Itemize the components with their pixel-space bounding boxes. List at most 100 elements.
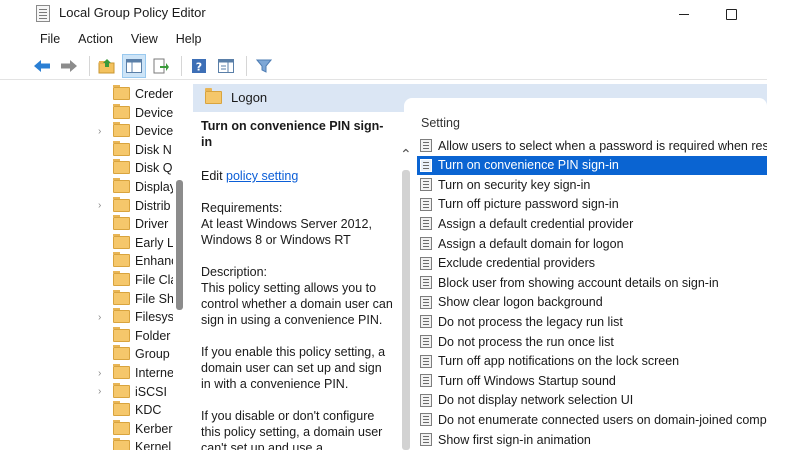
menu-view[interactable]: View [125,30,164,52]
back-arrow-icon [34,59,50,72]
tree-item[interactable]: Driver [30,215,175,233]
setting-row[interactable]: Show clear logon background [417,293,767,312]
tree-item-label: Group [135,347,170,362]
tree-item[interactable]: › Interne [30,364,175,382]
folder-title: Logon [231,90,268,105]
setting-label: Assign a default credential provider [438,216,634,231]
description-pane: Turn on convenience PIN sign-in Edit pol… [193,112,398,450]
minimize-button[interactable] [662,2,706,26]
setting-row[interactable]: Turn on convenience PIN sign-in [417,155,767,175]
setting-label: Allow users to select when a password is… [438,138,767,153]
toolbar-separator [89,55,90,76]
tree-scrollbar-thumb[interactable] [176,180,183,310]
expand-chevron-icon[interactable]: › [98,386,101,397]
maximize-button[interactable] [709,2,753,26]
tree-item[interactable]: Device [30,103,175,122]
setting-row[interactable]: Assign a default domain for logon [417,234,767,253]
setting-label: Do not enumerate connected users on doma… [438,412,767,427]
tree-item[interactable]: Creden [30,85,175,103]
tree-item[interactable]: Display [30,178,175,196]
svg-text:?: ? [196,60,202,73]
help-icon: ? [192,58,206,73]
policy-setting-icon [420,413,432,427]
folder-icon [113,289,130,305]
tree-item[interactable]: Enhanc [30,252,175,270]
tree-item[interactable]: File Sh [30,289,175,308]
tree-item[interactable]: KDC [30,401,175,419]
tree-item[interactable]: Disk Q [30,159,175,177]
tree-item[interactable]: › Device [30,122,175,140]
setting-row[interactable]: Assign a default credential provider [417,214,767,233]
tree-item[interactable]: Group [30,345,175,363]
setting-row[interactable]: Turn on security key sign-in [417,175,767,194]
folder-icon [113,345,130,361]
menu-file[interactable]: File [34,30,66,52]
setting-label: Turn off picture password sign-in [438,197,619,212]
tree-item[interactable]: File Cla [30,271,175,289]
setting-row[interactable]: Turn off picture password sign-in [417,195,767,214]
policy-setting-icon [420,393,432,407]
policy-setting-icon [420,354,432,368]
setting-row[interactable]: Turn off Windows Startup sound [417,371,767,390]
tree-item-label: Interne [135,366,174,380]
menu-bar: File Action View Help [0,30,800,52]
setting-label: Assign a default domain for logon [438,236,624,251]
extended-view-icon [218,58,234,73]
folder-icon [113,308,130,324]
console-tree: Creden Device › Device Disk N Disk Q Display › D… [30,83,188,450]
setting-row[interactable]: Block user from showing account details … [417,273,767,292]
show-hide-console-tree-button[interactable] [122,53,146,78]
folder-icon [113,85,130,100]
description-scrollbar-thumb[interactable] [402,170,410,450]
tree-item[interactable]: Folder [30,326,175,345]
setting-column-header[interactable]: Setting [421,116,460,130]
setting-row[interactable]: Allow users to select when a password is… [417,136,767,155]
scroll-up-icon[interactable]: ⌃ [400,146,412,163]
forward-button[interactable] [57,54,81,78]
tree-item-label: Creden [135,87,175,101]
setting-row[interactable]: Do not process the run once list [417,332,767,351]
expand-chevron-icon[interactable]: › [98,200,101,211]
requirements-text: At least Windows Server 2012, Windows 8 … [201,217,372,247]
setting-row[interactable]: Exclude credential providers [417,254,767,273]
menu-help[interactable]: Help [170,30,208,52]
up-one-level-button[interactable] [95,54,119,78]
policy-setting-icon [420,374,432,388]
policy-setting-icon [420,158,432,172]
tree-item[interactable]: › Filesys [30,308,175,326]
tree-item[interactable]: Kernel [30,438,175,450]
setting-row[interactable]: Do not display network selection UI [417,391,767,410]
edit-prefix: Edit [201,169,223,183]
tree-item[interactable]: Disk N [30,140,175,159]
folder-icon [113,252,130,268]
setting-row[interactable]: Do not enumerate connected users on doma… [417,410,767,429]
setting-row[interactable]: Show first sign-in animation [417,430,767,449]
policy-setting-icon [420,276,432,290]
setting-row[interactable]: Turn off app notifications on the lock s… [417,352,767,371]
description-text: This policy setting allows you to contro… [201,281,393,327]
tree-item[interactable]: › Distrib [30,196,175,215]
extended-view-button[interactable] [214,54,238,78]
expand-chevron-icon[interactable]: › [98,312,101,323]
back-button[interactable] [30,54,54,78]
description-scrollbar[interactable]: ⌃ [398,112,414,450]
export-list-button[interactable] [149,54,173,78]
tree-item[interactable]: Early La [30,233,175,252]
menu-action[interactable]: Action [72,30,119,52]
tree-item[interactable]: › iSCSI [30,382,175,401]
setting-label: Do not display network selection UI [438,393,634,408]
tree-item-label: Distrib [135,198,171,213]
help-button[interactable]: ? [187,54,211,78]
tree-item-label: Disk N [135,142,172,157]
tree-item-label: Driver [135,217,169,232]
folder-icon [113,382,130,398]
edit-policy-setting-link[interactable]: policy setting [226,169,298,183]
tree-item[interactable]: Kerbero [30,419,175,438]
setting-label: Turn on security key sign-in [438,177,591,192]
folder-icon [113,215,130,231]
setting-row[interactable]: Do not process the legacy run list [417,312,767,331]
filter-button[interactable] [252,54,276,78]
requirements-block: Requirements: At least Windows Server 20… [201,200,394,248]
expand-chevron-icon[interactable]: › [98,368,101,379]
expand-chevron-icon[interactable]: › [98,126,101,137]
